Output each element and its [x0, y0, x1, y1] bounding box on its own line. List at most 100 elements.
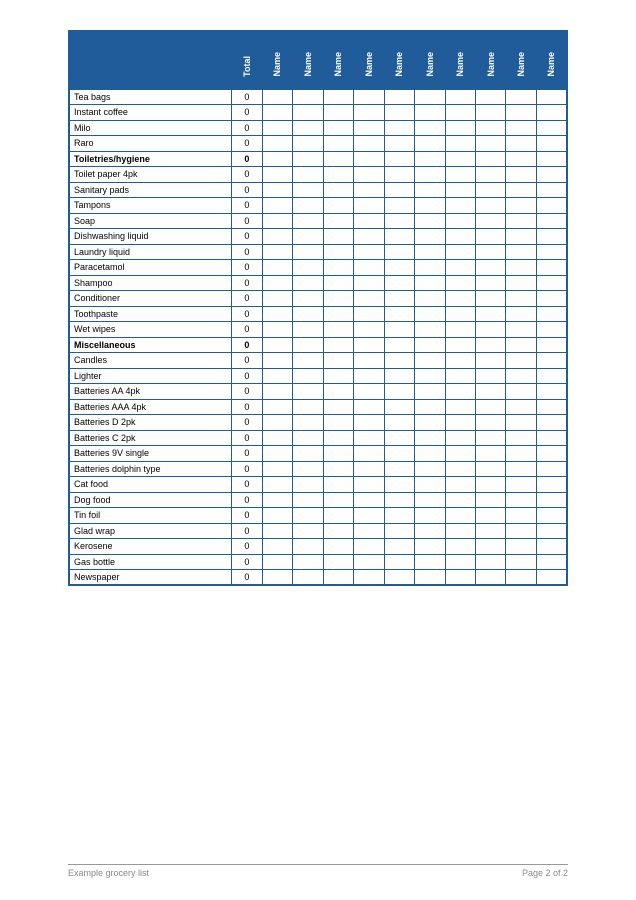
name-cell — [323, 399, 353, 415]
item-cell: Glad wrap — [69, 523, 232, 539]
name-cell — [384, 229, 414, 245]
name-cell — [445, 89, 475, 105]
name-cell — [323, 415, 353, 431]
total-cell: 0 — [232, 337, 262, 353]
name-cell — [262, 291, 292, 307]
name-cell — [323, 508, 353, 524]
name-cell — [445, 275, 475, 291]
name-cell — [506, 384, 536, 400]
name-cell — [475, 105, 505, 121]
name-cell — [475, 523, 505, 539]
total-cell: 0 — [232, 151, 262, 167]
page-footer: Example grocery list Page 2 of 2 — [68, 864, 568, 878]
name-cell — [354, 167, 384, 183]
name-cell — [262, 198, 292, 214]
footer-right: Page 2 of 2 — [522, 868, 568, 878]
name-cell — [323, 446, 353, 462]
total-cell: 0 — [232, 182, 262, 198]
name-cell — [384, 306, 414, 322]
name-cell — [323, 136, 353, 152]
footer-left: Example grocery list — [68, 868, 149, 878]
name-cell — [384, 368, 414, 384]
name-cell — [293, 322, 323, 338]
name-cell — [293, 229, 323, 245]
name-cell — [262, 415, 292, 431]
total-cell: 0 — [232, 492, 262, 508]
name-cell — [445, 182, 475, 198]
name-cell — [262, 182, 292, 198]
name-cell — [506, 291, 536, 307]
name-cell — [262, 337, 292, 353]
name-cell — [293, 151, 323, 167]
total-cell: 0 — [232, 213, 262, 229]
name-cell — [354, 384, 384, 400]
name-cell — [475, 260, 505, 276]
table-row: Newspaper0 — [69, 570, 567, 586]
name-cell — [415, 136, 445, 152]
name-cell — [262, 539, 292, 555]
name-cell — [536, 399, 567, 415]
name-cell — [536, 182, 567, 198]
name-cell — [445, 508, 475, 524]
name-cell — [475, 461, 505, 477]
name-cell — [506, 337, 536, 353]
name-cell — [506, 89, 536, 105]
name-cell — [293, 105, 323, 121]
name-cell — [354, 213, 384, 229]
name-cell — [536, 508, 567, 524]
table-row: Sanitary pads0 — [69, 182, 567, 198]
item-cell: Raro — [69, 136, 232, 152]
name-cell — [475, 229, 505, 245]
name-cell — [506, 446, 536, 462]
header-name-5: Name — [415, 31, 445, 89]
name-cell — [384, 477, 414, 493]
name-cell — [415, 477, 445, 493]
name-cell — [354, 337, 384, 353]
name-cell — [536, 322, 567, 338]
item-cell: Candles — [69, 353, 232, 369]
name-cell — [323, 337, 353, 353]
name-cell — [536, 554, 567, 570]
name-cell — [506, 105, 536, 121]
total-cell: 0 — [232, 461, 262, 477]
name-cell — [354, 539, 384, 555]
name-cell — [475, 399, 505, 415]
name-cell — [262, 430, 292, 446]
name-cell — [415, 384, 445, 400]
table-row: Soap0 — [69, 213, 567, 229]
name-cell — [445, 291, 475, 307]
item-cell: Batteries AAA 4pk — [69, 399, 232, 415]
name-cell — [475, 151, 505, 167]
item-cell: Conditioner — [69, 291, 232, 307]
name-cell — [536, 291, 567, 307]
name-cell — [475, 198, 505, 214]
item-cell: Cat food — [69, 477, 232, 493]
name-cell — [415, 368, 445, 384]
name-cell — [536, 167, 567, 183]
name-cell — [475, 554, 505, 570]
name-cell — [262, 570, 292, 586]
name-cell — [262, 260, 292, 276]
name-cell — [384, 213, 414, 229]
total-cell: 0 — [232, 291, 262, 307]
total-cell: 0 — [232, 570, 262, 586]
table-row: Instant coffee0 — [69, 105, 567, 121]
name-cell — [475, 136, 505, 152]
table-row: Milo0 — [69, 120, 567, 136]
total-cell: 0 — [232, 89, 262, 105]
name-cell — [354, 151, 384, 167]
name-cell — [445, 415, 475, 431]
name-cell — [445, 461, 475, 477]
item-cell: Tin foil — [69, 508, 232, 524]
name-cell — [384, 136, 414, 152]
item-cell: Batteries D 2pk — [69, 415, 232, 431]
name-cell — [536, 229, 567, 245]
name-cell — [323, 229, 353, 245]
name-cell — [293, 446, 323, 462]
name-cell — [262, 151, 292, 167]
name-cell — [354, 399, 384, 415]
total-cell: 0 — [232, 167, 262, 183]
name-cell — [384, 384, 414, 400]
total-cell: 0 — [232, 306, 262, 322]
name-cell — [384, 539, 414, 555]
